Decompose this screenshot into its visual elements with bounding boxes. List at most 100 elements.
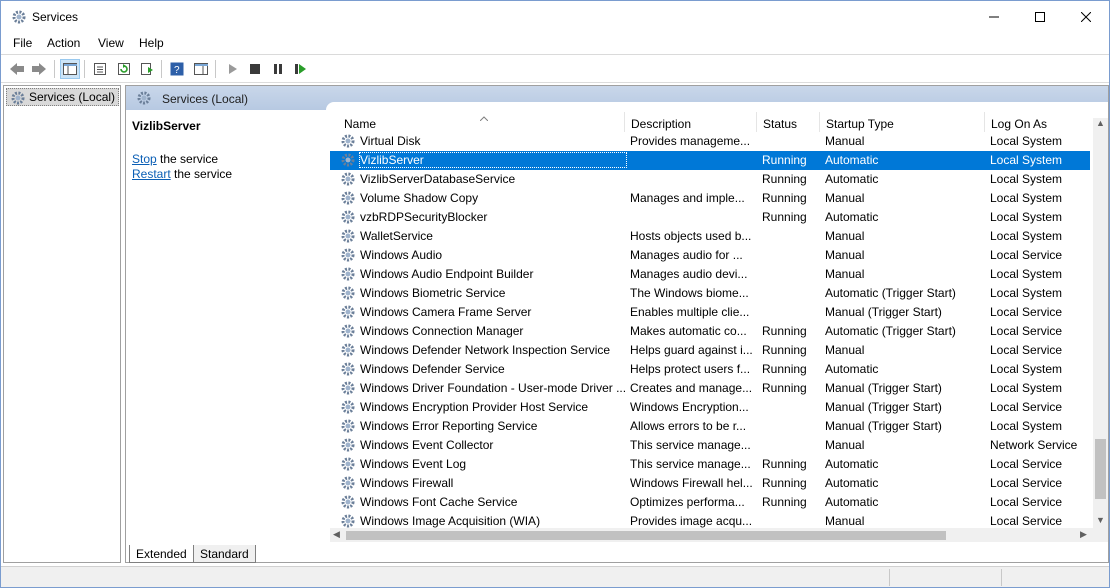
service-row[interactable]: Volume Shadow Copy Manages and imple... Ru…	[330, 189, 1090, 208]
service-log-on-as: Local System	[990, 210, 1063, 224]
service-status: Running	[762, 172, 807, 186]
service-row[interactable]: Windows Audio Manages audio for ... Manual…	[330, 246, 1090, 265]
horizontal-scroll-thumb[interactable]	[346, 531, 946, 540]
scroll-down-arrow-icon[interactable]: ▼	[1096, 515, 1105, 525]
tab-standard[interactable]: Standard	[193, 545, 256, 563]
scroll-right-arrow-icon[interactable]: ▶	[1080, 529, 1087, 540]
show-action-pane-icon[interactable]	[191, 59, 211, 79]
service-name: Windows Connection Manager	[360, 324, 524, 338]
service-row[interactable]: Windows Connection Manager Makes automati…	[330, 322, 1090, 341]
service-row[interactable]: vzbRDPSecurityBlocker Running Automatic Loc…	[330, 208, 1090, 227]
service-row[interactable]: VizlibServer Running Automatic Local System	[330, 151, 1090, 170]
service-name: Windows Image Acquisition (WIA)	[360, 514, 541, 528]
service-gear-icon	[340, 171, 356, 187]
scroll-up-arrow-icon[interactable]: ▲	[1096, 118, 1105, 128]
service-name: Windows Audio	[360, 248, 443, 262]
service-log-on-as: Local Service	[990, 476, 1063, 490]
horizontal-scrollbar[interactable]: ◀ ▶	[330, 528, 1093, 542]
column-header-description[interactable]: Description	[631, 117, 691, 131]
maximize-button[interactable]	[1017, 1, 1063, 33]
service-log-on-as: Local System	[990, 267, 1063, 281]
service-startup-type: Automatic	[825, 476, 879, 490]
menu-help[interactable]: Help	[139, 36, 164, 50]
service-row[interactable]: Virtual Disk Provides manageme... Manual Lo…	[330, 132, 1090, 151]
column-header-startup-type[interactable]: Startup Type	[826, 117, 894, 131]
service-gear-icon	[340, 190, 356, 206]
menu-file[interactable]: File	[13, 36, 32, 50]
service-log-on-as: Local Service	[990, 457, 1063, 471]
column-header-status[interactable]: Status	[763, 117, 797, 131]
pause-service-icon[interactable]	[268, 59, 288, 79]
service-row[interactable]: VizlibServerDatabaseService Running Automa…	[330, 170, 1090, 189]
menu-view[interactable]: View	[98, 36, 124, 50]
tree-item-services-local[interactable]: Services (Local)	[6, 88, 120, 106]
vertical-scroll-thumb[interactable]	[1095, 439, 1106, 499]
service-log-on-as: Local Service	[990, 248, 1063, 262]
service-row[interactable]: Windows Audio Endpoint Builder Manages au…	[330, 265, 1090, 284]
services-gear-icon	[136, 90, 152, 109]
column-divider[interactable]	[756, 112, 757, 132]
title-bar: Services	[1, 1, 1109, 33]
service-name: Virtual Disk	[360, 134, 421, 148]
service-description: Provides manageme...	[630, 134, 751, 148]
toolbar-separator	[161, 60, 162, 78]
service-description: Helps protect users f...	[630, 362, 751, 376]
service-row[interactable]: Windows Error Reporting Service Allows er…	[330, 417, 1090, 436]
back-arrow-icon[interactable]	[7, 59, 27, 79]
service-name: Windows Font Cache Service	[360, 495, 518, 509]
restart-service-link[interactable]: Restart	[132, 167, 171, 181]
service-description: Creates and manage...	[630, 381, 752, 395]
vertical-scrollbar[interactable]: ▲ ▼	[1093, 118, 1108, 528]
column-header-name[interactable]: Name	[344, 117, 376, 131]
column-divider[interactable]	[819, 112, 820, 132]
service-log-on-as: Local System	[990, 172, 1063, 186]
scroll-left-arrow-icon[interactable]: ◀	[333, 529, 340, 540]
service-name: Windows Error Reporting Service	[360, 419, 538, 433]
service-row[interactable]: Windows Biometric Service The Windows bio…	[330, 284, 1090, 303]
service-log-on-as: Local Service	[990, 400, 1063, 414]
service-gear-icon	[340, 437, 356, 453]
sort-ascending-icon	[479, 110, 489, 124]
stop-action-line: Stop the service	[132, 152, 218, 166]
service-row[interactable]: Windows Camera Frame Server Enables multi…	[330, 303, 1090, 322]
service-row[interactable]: Windows Defender Service Helps protect us…	[330, 360, 1090, 379]
properties-icon[interactable]	[90, 59, 110, 79]
service-gear-icon	[340, 456, 356, 472]
service-row[interactable]: Windows Firewall Windows Firewall hel... R…	[330, 474, 1090, 493]
tab-extended[interactable]: Extended	[129, 545, 194, 563]
restart-service-icon[interactable]	[291, 59, 311, 79]
service-startup-type: Manual	[825, 134, 865, 148]
toolbar: ?	[1, 55, 1109, 83]
service-row[interactable]: Windows Encryption Provider Host Service…	[330, 398, 1090, 417]
service-row[interactable]: Windows Driver Foundation - User-mode Dr…	[330, 379, 1090, 398]
stop-service-icon[interactable]	[245, 59, 265, 79]
refresh-icon[interactable]	[114, 59, 134, 79]
service-row[interactable]: Windows Event Collector This service mana…	[330, 436, 1090, 455]
service-log-on-as: Local System	[990, 191, 1063, 205]
stop-service-link[interactable]: Stop	[132, 152, 157, 166]
service-gear-icon	[340, 342, 356, 358]
service-row[interactable]: Windows Defender Network Inspection Serv…	[330, 341, 1090, 360]
export-list-icon[interactable]	[137, 59, 157, 79]
forward-arrow-icon[interactable]	[29, 59, 49, 79]
service-startup-type: Automatic	[825, 457, 879, 471]
column-header-log-on-as[interactable]: Log On As	[991, 117, 1047, 131]
service-log-on-as: Local System	[990, 229, 1063, 243]
start-service-icon[interactable]	[223, 59, 243, 79]
service-startup-type: Manual (Trigger Start)	[825, 400, 942, 414]
show-console-tree-icon[interactable]	[60, 59, 80, 79]
menu-action[interactable]: Action	[47, 36, 80, 50]
column-divider[interactable]	[984, 112, 985, 132]
close-button[interactable]	[1063, 1, 1109, 33]
window-title: Services	[32, 10, 79, 24]
help-icon[interactable]: ?	[167, 59, 187, 79]
service-row[interactable]: Windows Font Cache Service Optimizes perf…	[330, 493, 1090, 512]
service-row[interactable]: Windows Image Acquisition (WIA) Provides …	[330, 512, 1090, 528]
service-row[interactable]: Windows Event Log This service manage... R…	[330, 455, 1090, 474]
service-log-on-as: Local Service	[990, 324, 1063, 338]
minimize-button[interactable]	[971, 1, 1017, 33]
service-description: Hosts objects used b...	[630, 229, 752, 243]
service-row[interactable]: WalletService Hosts objects used b... Manu…	[330, 227, 1090, 246]
column-divider[interactable]	[624, 112, 625, 132]
service-name: Windows Defender Network Inspection Serv…	[360, 343, 611, 357]
